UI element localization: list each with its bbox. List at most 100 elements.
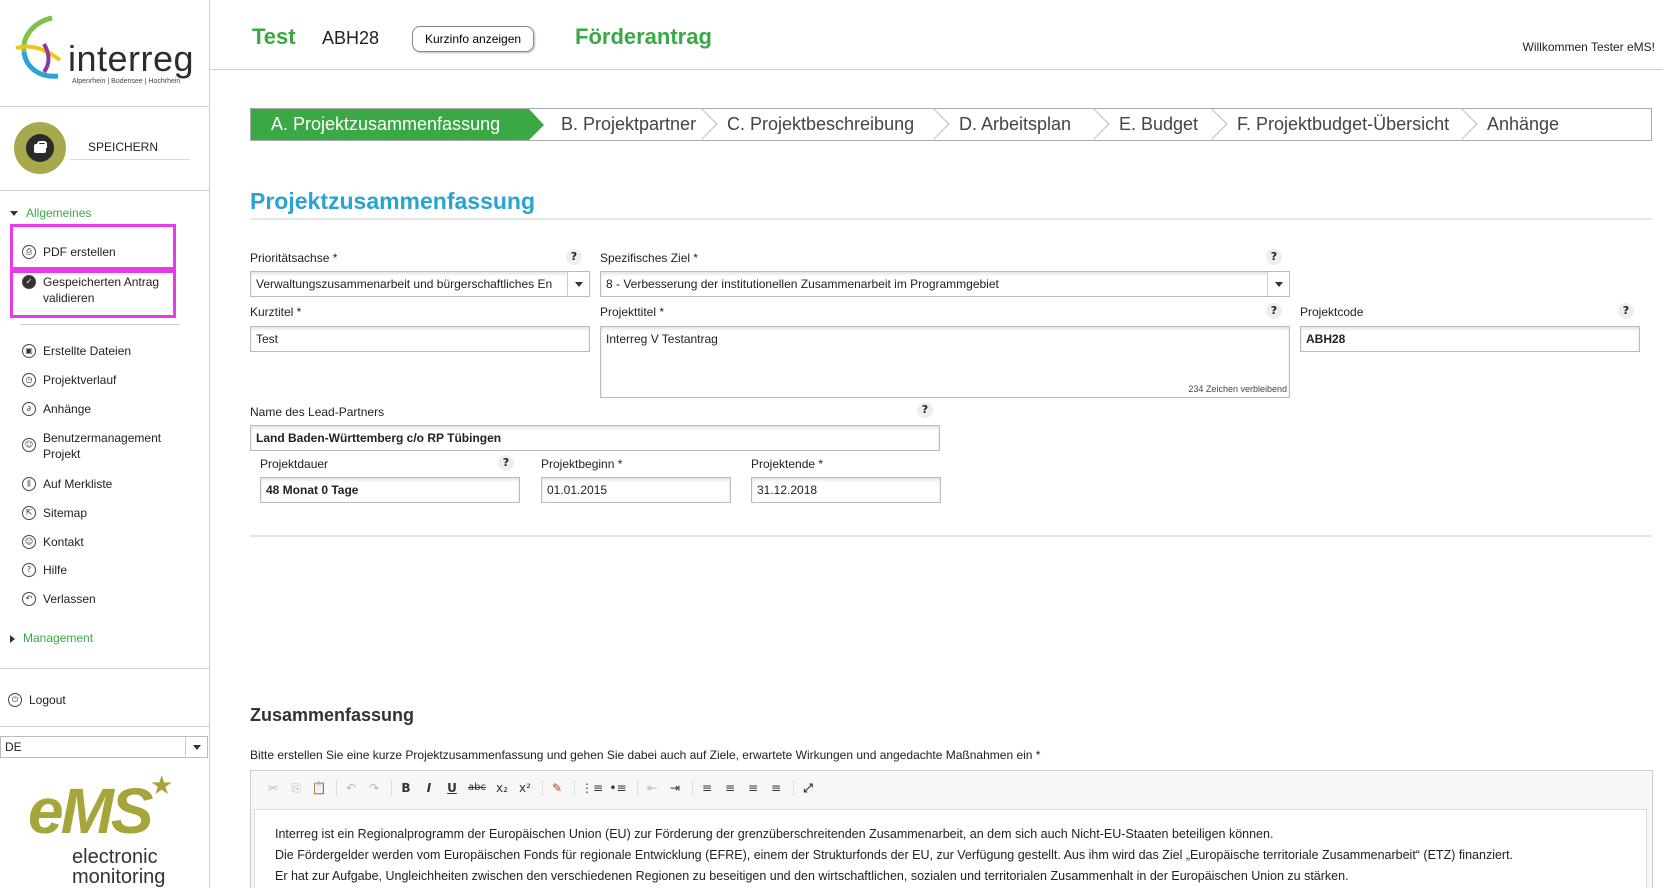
undo-icon[interactable]: ↶	[343, 779, 359, 797]
nav-benutzermanagement[interactable]: ☺ Benutzermanagement Projekt	[22, 430, 182, 462]
toolbar-separator	[542, 780, 543, 796]
nav-projektverlauf[interactable]: ◷ Projektverlauf	[22, 372, 182, 388]
back-icon: ↶	[22, 592, 36, 606]
nav-merkliste[interactable]: ⫼ Auf Merkliste	[22, 476, 182, 492]
tab-label: F. Projektbudget-Übersicht	[1237, 114, 1450, 134]
tab-label: C. Projektbeschreibung	[727, 114, 915, 134]
justify-icon[interactable]: ≡	[768, 779, 784, 797]
interreg-logo-text: interreg	[68, 38, 195, 79]
projekttitel-value: Interreg V Testantrag	[606, 332, 718, 346]
prioritaetsachse-select[interactable]: Verwaltungszusammenarbeit und bürgerscha…	[250, 271, 590, 297]
language-select[interactable]: DE	[0, 736, 208, 758]
chevron-down-icon	[185, 737, 207, 757]
help-icon: ?	[22, 563, 36, 577]
paste-text-icon[interactable]: 📋	[311, 779, 327, 797]
section-title: Projektzusammenfassung	[250, 188, 536, 214]
tab-projektbeschreibung[interactable]: C. Projektbeschreibung	[707, 108, 950, 140]
spezifisches-ziel-label: Spezifisches Ziel *	[600, 251, 699, 265]
sidebar: interreg Alpenrhein | Bodensee | Hochrhe…	[0, 0, 210, 888]
projektbeginn-input[interactable]: 01.01.2015	[541, 477, 731, 503]
help-icon[interactable]: ?	[566, 249, 582, 265]
cut-icon[interactable]: ✂	[265, 779, 281, 797]
indent-icon[interactable]: ⇥	[667, 779, 683, 797]
tab-label: D. Arbeitsplan	[959, 114, 1072, 134]
sidebar-divider	[0, 726, 210, 727]
nav-hilfe[interactable]: ? Hilfe	[22, 562, 182, 578]
spezifisches-ziel-select[interactable]: 8 - Verbesserung der institutionellen Zu…	[600, 271, 1290, 297]
nav-erstellte-dateien[interactable]: ▣ Erstellte Dateien	[22, 343, 182, 359]
tab-label: Anhänge	[1487, 114, 1560, 134]
strikethrough-icon[interactable]: abc	[467, 779, 487, 797]
contact-icon: ☺	[22, 535, 36, 549]
nav-logout[interactable]: ⏻ Logout	[8, 692, 168, 708]
projektende-input[interactable]: 31.12.2018	[751, 477, 941, 503]
align-right-icon[interactable]: ≡	[745, 779, 761, 797]
help-icon[interactable]: ?	[917, 402, 933, 418]
projekttitel-textarea[interactable]: Interreg V Testantrag 234 Zeichen verble…	[600, 326, 1290, 398]
group-allgemeines[interactable]: Allgemeines	[10, 206, 91, 220]
bullet-list-icon[interactable]: •≡	[608, 779, 628, 797]
underline-icon[interactable]: U	[444, 779, 460, 797]
bookmark-icon: ⫼	[22, 477, 36, 491]
language-value: DE	[5, 740, 22, 754]
kurztitel-input[interactable]: Test	[250, 326, 590, 352]
tab-arbeitsplan[interactable]: D. Arbeitsplan	[939, 108, 1110, 140]
tab-projektbudget-uebersicht[interactable]: F. Projektbudget-Übersicht	[1217, 108, 1478, 140]
help-icon[interactable]: ?	[1266, 249, 1282, 265]
maximize-icon[interactable]: ⤢	[800, 779, 816, 797]
header: Test ABH28 Kurzinfo anzeigen Förderantra…	[210, 0, 1663, 70]
italic-icon[interactable]: I	[421, 779, 437, 797]
sitemap-icon: ⇱	[22, 506, 36, 520]
tab-anhaenge[interactable]: Anhänge	[1467, 109, 1617, 140]
help-icon[interactable]: ?	[1618, 303, 1634, 319]
save-label: SPEICHERN	[70, 132, 190, 160]
help-icon[interactable]: ?	[498, 455, 514, 471]
prioritaetsachse-value: Verwaltungszusammenarbeit und bürgerscha…	[256, 277, 553, 291]
disk-icon: ▣	[22, 344, 36, 358]
group-management[interactable]: Management	[10, 631, 93, 645]
nav-sitemap[interactable]: ⇱ Sitemap	[22, 505, 182, 521]
tab-budget[interactable]: E. Budget	[1099, 108, 1228, 140]
nav-verlassen[interactable]: ↶ Verlassen	[22, 591, 182, 607]
remove-format-icon[interactable]: ✎	[549, 779, 565, 797]
tab-projektpartner[interactable]: B. Projektpartner	[529, 108, 718, 140]
nav-label: Verlassen	[43, 592, 96, 606]
tab-projektzusammenfassung[interactable]: A. Projektzusammenfassung	[251, 109, 544, 140]
check-icon: ✓	[22, 275, 36, 289]
summary-paragraph: Er hat zur Aufgabe, Ungleichheiten zwisc…	[275, 869, 1349, 883]
tab-label: A. Projektzusammenfassung	[271, 114, 501, 134]
kurzinfo-button[interactable]: Kurzinfo anzeigen	[412, 26, 535, 52]
nav-anhaenge[interactable]: ∂ Anhänge	[22, 401, 182, 417]
editor-content[interactable]: Interreg ist ein Regionalprogramm der Eu…	[254, 809, 1647, 888]
sidebar-divider	[20, 324, 180, 325]
section-rule	[250, 535, 1652, 537]
redo-icon[interactable]: ↷	[366, 779, 382, 797]
outdent-icon[interactable]: ⇤	[644, 779, 660, 797]
superscript-icon[interactable]: x²	[517, 779, 533, 797]
numbered-list-icon[interactable]: ⋮≡	[581, 779, 603, 797]
form-title: Förderantrag	[575, 24, 712, 49]
nav-antrag-validieren[interactable]: ✓ Gespeicherten Antrag validieren	[22, 274, 172, 306]
projektdauer-label: Projektdauer	[260, 457, 329, 471]
nav-pdf-erstellen[interactable]: ⎙ PDF erstellen	[22, 244, 182, 260]
help-icon[interactable]: ?	[1266, 303, 1282, 319]
align-left-icon[interactable]: ≡	[699, 779, 715, 797]
ems-logo-text: eMS	[28, 775, 154, 847]
align-center-icon[interactable]: ≡	[722, 779, 738, 797]
bold-icon[interactable]: B	[398, 779, 414, 797]
chevron-down-icon	[1267, 272, 1289, 296]
prioritaetsachse-label: Prioritätsachse *	[250, 251, 338, 265]
nav-label: Projektverlauf	[43, 373, 117, 387]
nav-kontakt[interactable]: ☺ Kontakt	[22, 534, 182, 550]
summary-paragraph: Die Fördergelder werden vom Europäischen…	[275, 848, 1514, 862]
kurztitel-label: Kurztitel *	[250, 305, 302, 319]
nav-label: Logout	[29, 693, 66, 707]
characters-remaining: 234 Zeichen verbleibend	[1188, 384, 1287, 394]
sidebar-divider	[0, 668, 210, 669]
nav-label: Hilfe	[43, 563, 68, 577]
summary-title: Zusammenfassung	[250, 705, 415, 725]
subscript-icon[interactable]: x₂	[494, 779, 510, 797]
save-button[interactable]: SPEICHERN	[14, 120, 196, 178]
interreg-logo[interactable]: interreg Alpenrhein | Bodensee | Hochrhe…	[14, 14, 204, 94]
copy-icon[interactable]: ⎘	[288, 779, 304, 797]
